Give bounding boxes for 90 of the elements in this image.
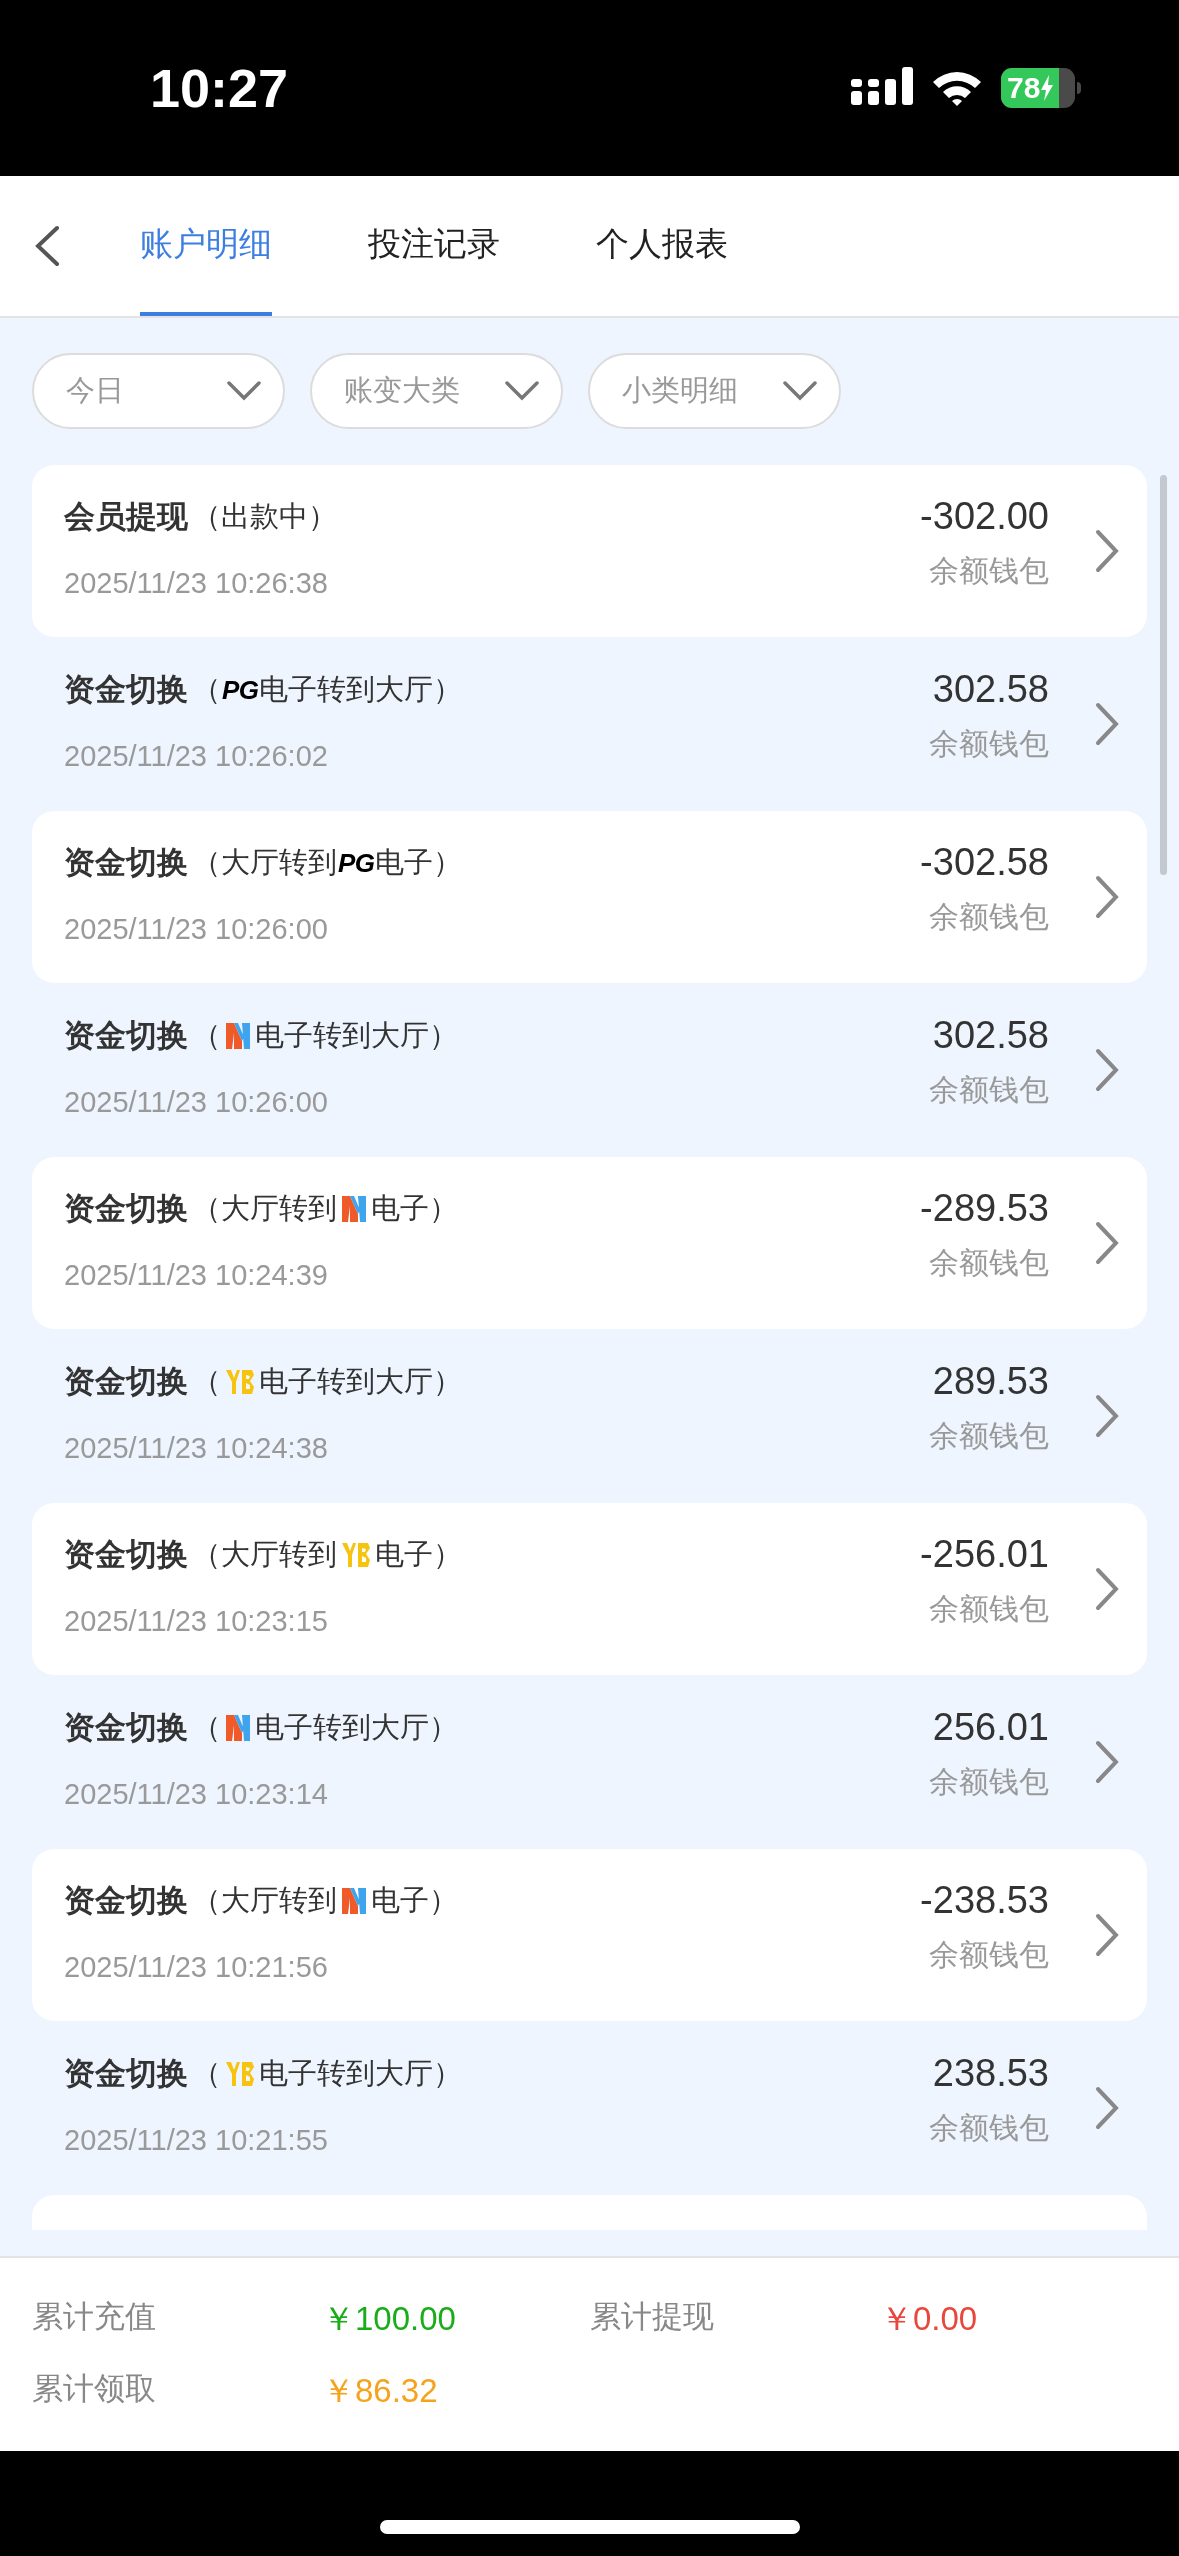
- logo-icon: [225, 2060, 255, 2088]
- record-title: 资金切换: [64, 670, 188, 709]
- summary-value: ￥86.32: [322, 2370, 439, 2411]
- chevron-right-icon: [1095, 1913, 1119, 1957]
- record-detail: （大厅转到 电子）: [192, 1883, 458, 1919]
- chevron-right-icon: [1095, 1740, 1119, 1784]
- record-detail: （大厅转到 电子）: [192, 1191, 458, 1227]
- record-title: 资金切换: [64, 1016, 188, 1055]
- logo-icon: [225, 1713, 251, 1743]
- record-detail: （出款中）: [192, 499, 337, 535]
- record-title: 资金切换: [64, 1189, 188, 1228]
- record-card[interactable]: 资金切换（大厅转到 电子） 2025/11/23 10:21:56 -238.53 余额钱包: [32, 1849, 1147, 2021]
- amount: -302.58: [920, 840, 1049, 885]
- amount: 302.58: [932, 667, 1049, 712]
- wallet-label: 余额钱包: [929, 553, 1049, 589]
- amount: 302.58: [932, 1013, 1049, 1058]
- record-detail: （PG电子转到大厅）: [192, 668, 463, 712]
- wallet-label: 余额钱包: [929, 726, 1049, 762]
- record-time: 2025/11/23 10:26:00: [64, 912, 329, 947]
- record-detail: （ 电子转到大厅）: [192, 2056, 462, 2092]
- record-title: 资金切换: [64, 1708, 188, 1747]
- chevron-right-icon: [1095, 1048, 1119, 1092]
- summary-label: 累计充值: [32, 2298, 157, 2336]
- record-detail: （ 电子转到大厅）: [192, 1018, 458, 1054]
- chevron-right-icon: [1095, 1394, 1119, 1438]
- record-title: 资金切换: [64, 1535, 188, 1574]
- record-title: 资金切换: [64, 2054, 188, 2093]
- summary-value: ￥0.00: [880, 2299, 979, 2339]
- record-title: 资金切换: [64, 1881, 188, 1920]
- record-card[interactable]: 会员提现（出款中） 2025/11/23 10:26:38 -302.00 余额钱包: [32, 465, 1147, 637]
- record-card[interactable]: 资金切换（大厅转到 电子） 2025/11/23 10:23:15 -256.01 余额钱包: [32, 1503, 1147, 1675]
- wallet-label: 余额钱包: [929, 2110, 1049, 2146]
- clock: 10:27: [150, 56, 289, 120]
- record-time: 2025/11/23 10:24:39: [64, 1258, 329, 1293]
- summary-label: 累计领取: [32, 2369, 157, 2408]
- chevron-down-icon: [227, 381, 261, 401]
- amount: 238.53: [932, 2051, 1049, 2096]
- record-card[interactable]: 资金切换（大厅转到 电子） 2025/11/23 10:24:39 -289.53 余额钱包: [32, 1157, 1147, 1329]
- tab[interactable]: 投注记录: [368, 176, 500, 316]
- logo: PG: [338, 846, 375, 880]
- amount: -289.53: [920, 1186, 1049, 1231]
- record-time: 2025/11/23 10:23:14: [64, 1777, 329, 1812]
- amount: 289.53: [932, 1359, 1049, 1404]
- summary-label: 累计提现: [590, 2298, 715, 2336]
- record-time: 2025/11/23 10:23:15: [64, 1604, 329, 1639]
- record-time: 2025/11/23 10:24:38: [64, 1431, 329, 1466]
- logo-icon: [341, 1194, 367, 1224]
- record-time: 2025/11/23 10:21:56: [64, 1950, 329, 1985]
- record-time: 2025/11/23 10:26:38: [64, 566, 329, 601]
- logo-icon: [341, 1886, 367, 1916]
- chevron-right-icon: [1095, 875, 1119, 919]
- record-title: 资金切换: [64, 843, 188, 882]
- wallet-label: 余额钱包: [929, 1591, 1049, 1627]
- chevron-right-icon: [1095, 702, 1119, 746]
- logo: PG: [222, 673, 259, 707]
- wallet-label: 余额钱包: [929, 1418, 1049, 1454]
- record-title: 会员提现: [64, 497, 188, 536]
- record-detail: （ 电子转到大厅）: [192, 1710, 458, 1746]
- summary-value: ￥100.00: [322, 2299, 457, 2339]
- amount: -256.01: [920, 1532, 1049, 1577]
- record-time: 2025/11/23 10:26:00: [64, 1085, 329, 1120]
- wallet-label: 余额钱包: [929, 899, 1049, 935]
- chevron-right-icon: [1095, 1567, 1119, 1611]
- record-card[interactable]: 资金切换（大厅转到PG电子） 2025/11/23 10:26:00 -302.58 余额钱包: [32, 811, 1147, 983]
- amount: 256.01: [932, 1705, 1049, 1750]
- chevron-right-icon: [1095, 1221, 1119, 1265]
- record-detail: （ 电子转到大厅）: [192, 1364, 462, 1400]
- chevron-down-icon: [783, 381, 817, 401]
- wallet-label: 余额钱包: [929, 1245, 1049, 1281]
- record-detail: （大厅转到 电子）: [192, 1537, 462, 1573]
- record-time: 2025/11/23 10:21:55: [64, 2123, 329, 2158]
- wifi-icon: [931, 69, 983, 107]
- record-title: 资金切换: [64, 1362, 188, 1401]
- battery-icon: 78: [1001, 68, 1075, 108]
- wallet-label: 余额钱包: [929, 1937, 1049, 1973]
- back-icon: [34, 225, 60, 267]
- logo-icon: [341, 1541, 371, 1569]
- wallet-label: 余额钱包: [929, 1764, 1049, 1800]
- tab[interactable]: 账户明细: [140, 176, 272, 316]
- chevron-down-icon: [505, 381, 539, 401]
- record-time: 2025/11/23 10:26:02: [64, 739, 329, 774]
- chevron-right-icon: [1095, 2086, 1119, 2130]
- wallet-label: 余额钱包: [929, 1072, 1049, 1108]
- logo-icon: [225, 1021, 251, 1051]
- record-detail: （大厅转到PG电子）: [192, 841, 463, 885]
- tab[interactable]: 个人报表: [596, 176, 728, 316]
- chevron-right-icon: [1095, 529, 1119, 573]
- logo-icon: [225, 1368, 255, 1396]
- amount: -302.00: [920, 494, 1049, 539]
- amount: -238.53: [920, 1878, 1049, 1923]
